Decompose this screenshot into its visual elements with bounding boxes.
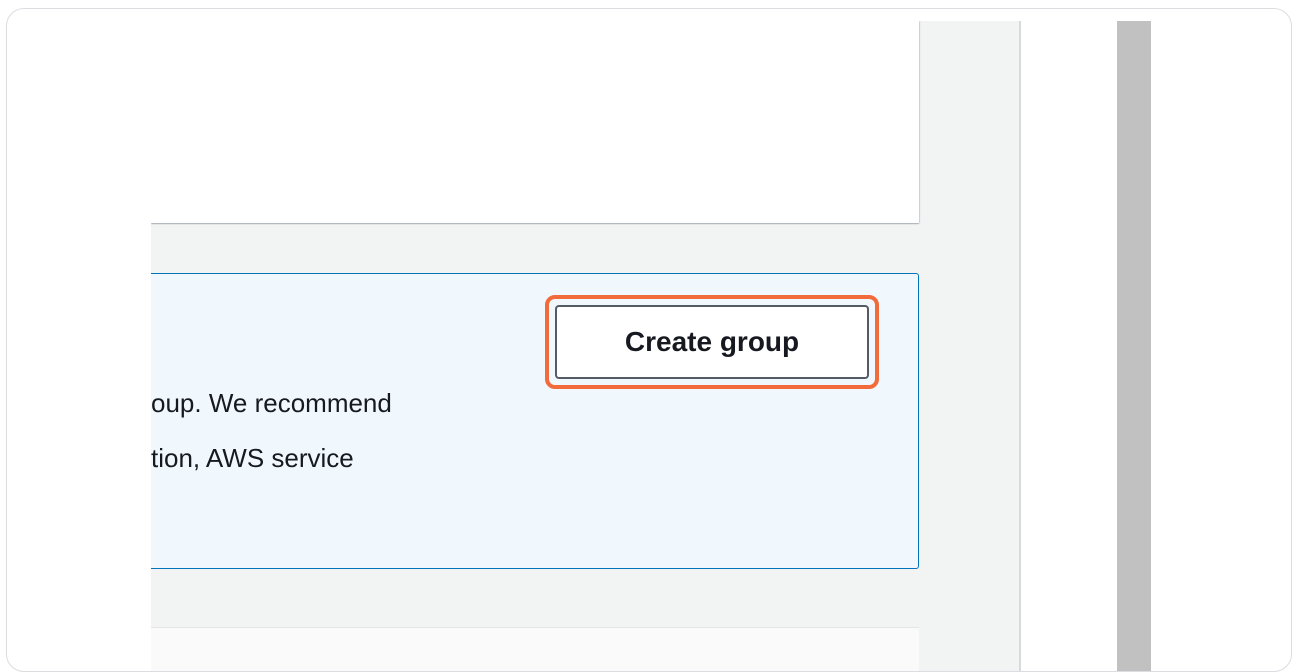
info-description: oup. We recommend tion, AWS service <box>151 376 551 486</box>
lower-content-card <box>151 627 919 671</box>
info-description-line-1: oup. We recommend <box>151 388 392 418</box>
content-card <box>151 21 919 223</box>
create-group-info-panel: oup. We recommend tion, AWS service Crea… <box>151 273 919 569</box>
panel-divider <box>1019 21 1021 671</box>
info-description-line-2: tion, AWS service <box>151 443 354 473</box>
scrollbar[interactable] <box>1117 21 1151 671</box>
console-content-area: oup. We recommend tion, AWS service Crea… <box>151 21 1019 671</box>
screenshot-frame: oup. We recommend tion, AWS service Crea… <box>6 8 1292 672</box>
create-group-button[interactable]: Create group <box>555 305 869 379</box>
